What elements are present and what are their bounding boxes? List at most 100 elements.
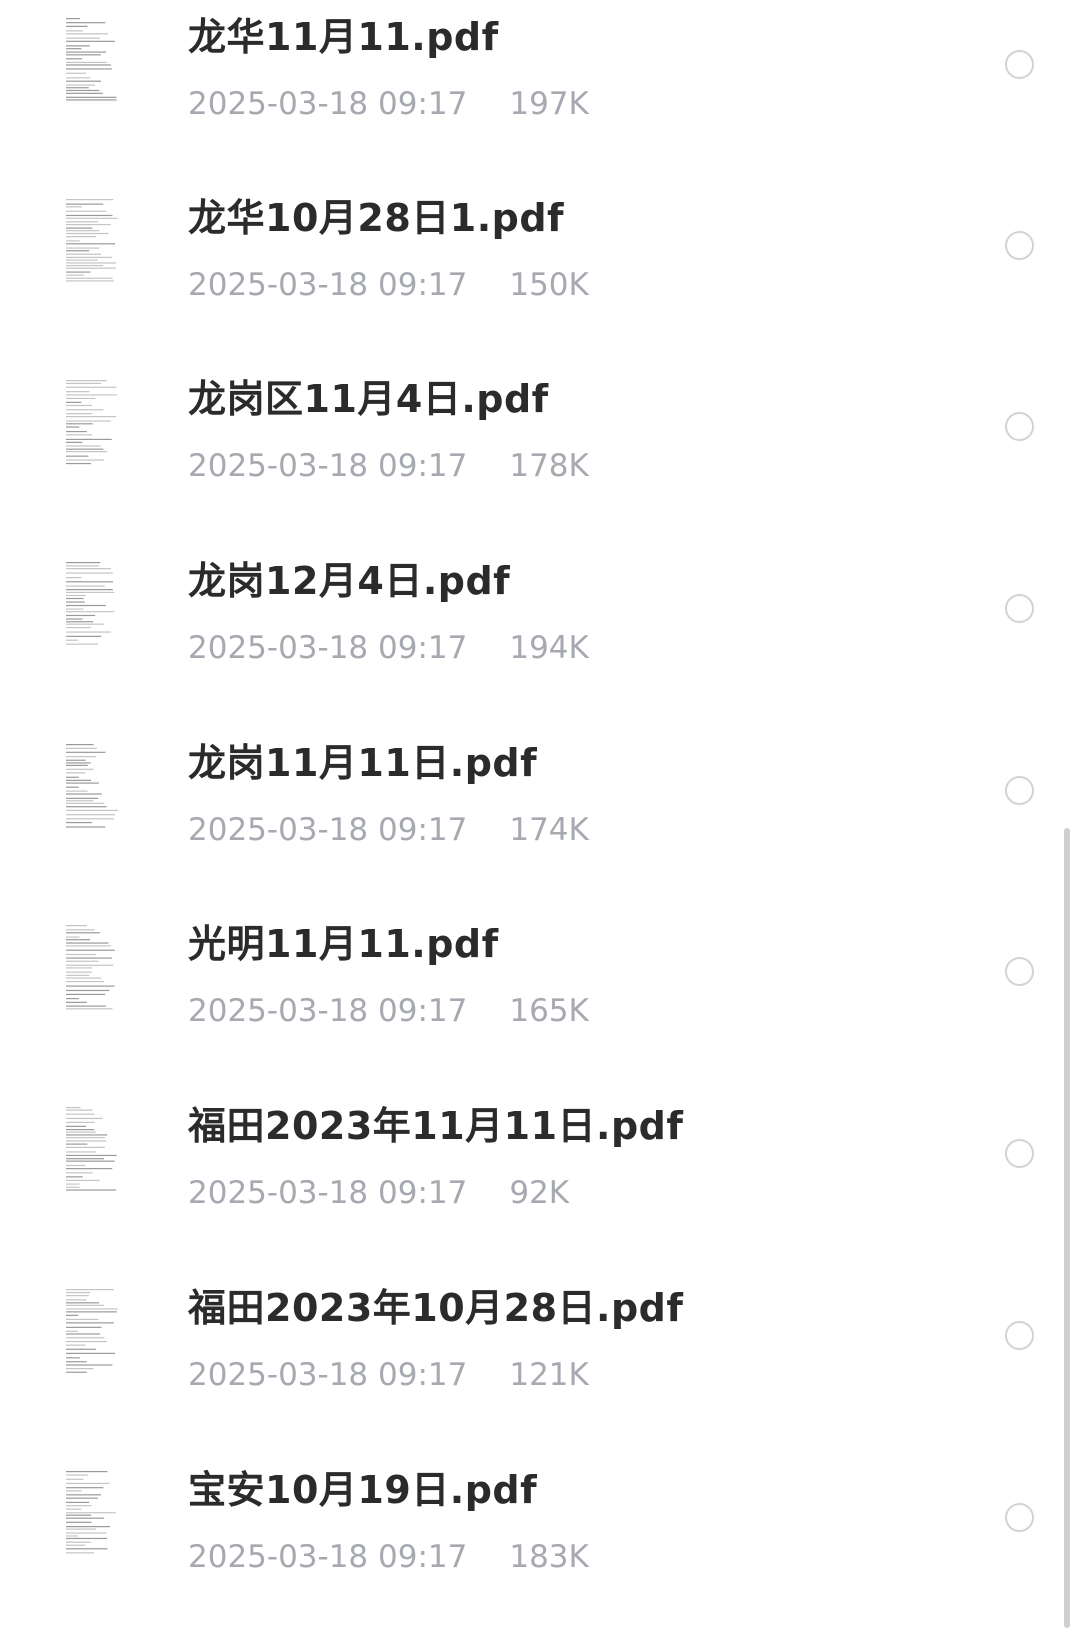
preview-text-line (66, 96, 117, 98)
preview-text-line (66, 1137, 106, 1139)
preview-text-line (66, 576, 82, 579)
select-radio-icon[interactable] (1005, 1503, 1034, 1532)
file-row[interactable]: 龙岗12月4日.pdf 2025-03-18 09:17 194K (0, 544, 1080, 726)
preview-text-line (66, 64, 112, 66)
preview-text-line (66, 58, 83, 60)
pdf-page-preview (66, 18, 117, 101)
select-radio-icon[interactable] (1005, 594, 1034, 623)
preview-text-line (66, 591, 115, 594)
preview-text-line (66, 61, 107, 64)
preview-text-line (66, 997, 79, 1000)
pdf-page-preview (66, 1107, 117, 1191)
preview-text-line (66, 445, 101, 447)
preview-text-line (66, 953, 97, 956)
pdf-thumbnail-icon (64, 1103, 120, 1195)
file-name: 龙岗12月4日.pdf (188, 559, 511, 603)
file-row[interactable]: 福田2023年11月11日.pdf 2025-03-18 09:17 92K (0, 1089, 1080, 1271)
preview-text-line (66, 280, 114, 282)
file-name: 福田2023年11月11日.pdf (188, 1104, 684, 1148)
preview-text-line (66, 1352, 116, 1354)
preview-text-line (66, 1151, 96, 1153)
preview-text-line (66, 806, 107, 808)
preview-text-line (66, 441, 83, 443)
scrollbar-thumb[interactable] (1064, 828, 1070, 1628)
file-modified-date: 2025-03-18 09:17 (188, 1539, 468, 1575)
select-radio-icon[interactable] (1005, 1139, 1034, 1168)
preview-text-line (66, 1521, 92, 1523)
file-row[interactable]: 龙岗区11月4日.pdf 2025-03-18 09:17 178K (0, 362, 1080, 544)
file-row[interactable]: 龙华10月28日1.pdf 2025-03-18 09:17 150K (0, 181, 1080, 363)
file-meta: 2025-03-18 09:17 178K (188, 448, 589, 484)
preview-text-line (66, 1131, 96, 1133)
preview-text-line (66, 772, 86, 774)
preview-text-line (66, 744, 94, 746)
preview-text-line (66, 800, 94, 802)
preview-text-line (66, 404, 92, 407)
file-meta: 2025-03-18 09:17 183K (188, 1539, 589, 1575)
preview-text-line (66, 588, 113, 591)
preview-text-line (66, 462, 91, 465)
preview-text-line (66, 236, 97, 238)
preview-text-line (66, 786, 79, 788)
file-modified-date: 2025-03-18 09:17 (188, 86, 468, 122)
preview-text-line (66, 809, 118, 812)
preview-text-line (66, 756, 97, 758)
preview-text-line (66, 614, 96, 617)
select-radio-icon[interactable] (1005, 776, 1034, 805)
file-row[interactable]: 宝安10月19日.pdf 2025-03-18 09:17 183K (0, 1453, 1080, 1635)
preview-text-line (66, 1348, 96, 1350)
preview-text-line (66, 250, 90, 252)
preview-text-line (66, 203, 104, 205)
file-row[interactable]: 福田2023年10月28日.pdf 2025-03-18 09:17 121K (0, 1271, 1080, 1453)
preview-text-line (66, 1548, 108, 1550)
preview-text-line (66, 1544, 86, 1546)
preview-text-line (66, 967, 92, 969)
file-name: 福田2023年10月28日.pdf (188, 1286, 684, 1330)
preview-text-line (66, 782, 99, 784)
file-modified-date: 2025-03-18 09:17 (188, 1357, 468, 1393)
preview-text-line (66, 423, 93, 425)
preview-text-line (66, 256, 112, 258)
file-size: 183K (509, 1539, 589, 1575)
preview-text-line (66, 793, 102, 795)
file-meta: 2025-03-18 09:17 121K (188, 1357, 589, 1393)
preview-text-line (66, 751, 106, 753)
select-radio-icon[interactable] (1005, 957, 1034, 986)
preview-text-line (66, 1189, 117, 1191)
select-radio-icon[interactable] (1005, 412, 1034, 441)
preview-text-line (66, 1176, 83, 1178)
preview-text-line (66, 1537, 108, 1540)
select-radio-icon[interactable] (1005, 50, 1034, 79)
file-row[interactable]: 龙华11月11.pdf 2025-03-18 09:17 197K (0, 0, 1080, 182)
preview-text-line (66, 1311, 117, 1313)
preview-text-line (66, 434, 93, 436)
file-modified-date: 2025-03-18 09:17 (188, 993, 468, 1029)
preview-text-line (66, 1164, 86, 1167)
preview-text-line (66, 230, 100, 232)
preview-text-line (66, 1337, 105, 1339)
file-row[interactable]: 龙岗11月11日.pdf 2025-03-18 09:17 174K (0, 726, 1080, 908)
preview-text-line (66, 1318, 99, 1321)
preview-text-line (66, 1532, 107, 1534)
file-row[interactable]: 光明11月11.pdf 2025-03-18 09:17 165K (0, 907, 1080, 1089)
pdf-page-preview (66, 744, 118, 828)
select-radio-icon[interactable] (1005, 1321, 1034, 1350)
preview-text-line (66, 451, 108, 453)
preview-text-line (66, 942, 109, 944)
preview-text-line (66, 262, 117, 264)
preview-text-line (66, 1478, 84, 1480)
preview-text-line (66, 1541, 91, 1543)
preview-text-line (66, 420, 111, 422)
file-meta: 2025-03-18 09:17 194K (188, 630, 589, 666)
file-name: 龙岗11月11日.pdf (188, 741, 538, 785)
pdf-page-preview (66, 1471, 116, 1554)
preview-text-line (66, 945, 112, 947)
preview-text-line (66, 259, 98, 261)
preview-text-line (66, 1517, 105, 1519)
file-modified-date: 2025-03-18 09:17 (188, 630, 468, 666)
select-radio-icon[interactable] (1005, 231, 1034, 260)
preview-text-line (66, 1482, 110, 1485)
preview-text-line (66, 1129, 95, 1131)
preview-text-line (66, 1501, 90, 1504)
preview-text-line (66, 1528, 97, 1530)
